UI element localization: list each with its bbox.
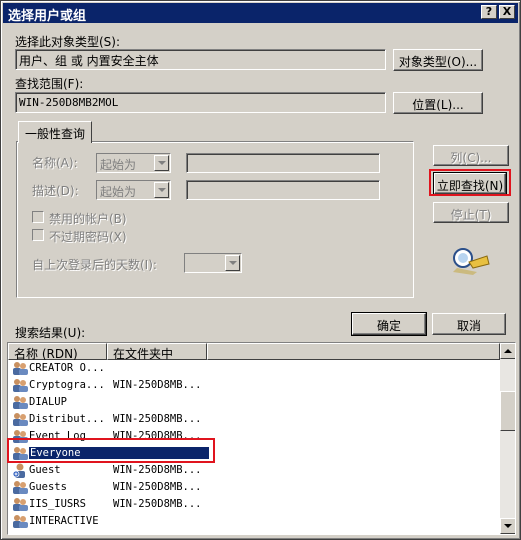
row-name: Guest [29, 464, 61, 476]
list-item[interactable]: Guests WIN-250D8MB... [8, 479, 498, 496]
row-folder: WIN-250D8MB... [113, 379, 202, 391]
description-condition-value: 起始为 [100, 185, 137, 199]
stop-button[interactable]: 停止(T) [433, 202, 509, 223]
row-name: Cryptogra... [29, 379, 105, 391]
column-header-blank [207, 343, 500, 360]
group-icon [13, 481, 28, 494]
non-expiring-password-label: 不过期密码(X) [49, 230, 127, 244]
chevron-down-icon [504, 524, 512, 528]
row-folder: WIN-250D8MB... [113, 464, 202, 476]
location-field: WIN-250D8MB2MOL [15, 92, 386, 113]
everyone-highlight [7, 438, 215, 463]
close-button[interactable]: X [499, 5, 515, 19]
row-folder: WIN-250D8MB... [113, 413, 202, 425]
non-expiring-password-checkbox[interactable] [32, 229, 44, 241]
location-label: 查找范围(F): [15, 77, 84, 91]
scroll-down-button[interactable] [500, 518, 515, 534]
group-icon [13, 498, 28, 511]
days-since-logon-select[interactable] [184, 253, 242, 273]
columns-button[interactable]: 列(C)... [433, 145, 509, 166]
object-type-field: 用户、组 或 内置安全主体 [15, 49, 386, 70]
list-item[interactable]: IIS_IUSRS WIN-250D8MB... [8, 496, 498, 513]
group-icon [13, 396, 28, 409]
ok-button[interactable]: 确定 [351, 312, 427, 336]
row-folder: WIN-250D8MB... [113, 481, 202, 493]
description-condition-select[interactable]: 起始为 [96, 180, 171, 200]
group-icon [13, 362, 28, 375]
chevron-down-icon [154, 155, 169, 171]
select-users-groups-dialog: 选择用户或组 ? X 选择此对象类型(S): 用户、组 或 内置安全主体 对象类… [0, 0, 521, 540]
user-icon [12, 463, 25, 478]
scrollbar-thumb[interactable] [500, 391, 515, 431]
row-folder: WIN-250D8MB... [113, 498, 202, 510]
name-input[interactable] [186, 153, 380, 173]
chevron-up-icon [504, 349, 512, 353]
title-bar: 选择用户或组 ? X [3, 3, 518, 24]
list-item[interactable]: Cryptogra... WIN-250D8MB... [8, 377, 498, 394]
disabled-accounts-label: 禁用的帐户(B) [49, 212, 127, 226]
row-name: IIS_IUSRS [29, 498, 86, 510]
row-name: Distribut... [29, 413, 105, 425]
search-flashlight-icon [453, 248, 490, 275]
list-item[interactable]: CREATOR O... [8, 360, 498, 377]
column-header-folder[interactable]: 在文件夹中 [107, 343, 207, 361]
chevron-down-icon [154, 182, 169, 198]
object-type-label: 选择此对象类型(S): [15, 35, 121, 49]
cancel-button[interactable]: 取消 [432, 313, 506, 335]
name-condition-select[interactable]: 起始为 [96, 153, 171, 173]
description-label: 描述(D): [32, 184, 79, 198]
list-item[interactable]: Guest WIN-250D8MB... [8, 462, 498, 479]
name-condition-value: 起始为 [100, 158, 137, 172]
row-name: CREATOR O... [29, 362, 105, 374]
row-name: INTERACTIVE [29, 515, 99, 527]
chevron-down-icon [225, 255, 240, 271]
locations-button[interactable]: 位置(L)... [393, 92, 483, 114]
object-types-button[interactable]: 对象类型(O)... [393, 49, 483, 71]
row-name: Guests [29, 481, 67, 493]
dialog-title: 选择用户或组 [8, 9, 87, 24]
vertical-scrollbar[interactable] [500, 343, 515, 534]
group-icon [13, 413, 28, 426]
group-icon [13, 379, 28, 392]
scroll-up-button[interactable] [500, 343, 515, 359]
tab-general-query[interactable]: 一般性查询 [18, 121, 92, 143]
list-item[interactable]: Distribut... WIN-250D8MB... [8, 411, 498, 428]
group-icon [13, 515, 28, 528]
search-results-label: 搜索结果(U): [15, 326, 86, 340]
disabled-accounts-checkbox[interactable] [32, 211, 44, 223]
column-header-name[interactable]: 名称 (RDN) [8, 343, 107, 361]
days-since-logon-label: 自上次登录后的天数(I): [32, 258, 157, 272]
help-button[interactable]: ? [481, 5, 497, 19]
list-item[interactable]: DIALUP [8, 394, 498, 411]
description-input[interactable] [186, 180, 380, 200]
find-now-highlight [429, 169, 511, 196]
row-name: DIALUP [29, 396, 67, 408]
list-item[interactable]: INTERACTIVE [8, 513, 498, 530]
name-label: 名称(A): [32, 156, 78, 170]
